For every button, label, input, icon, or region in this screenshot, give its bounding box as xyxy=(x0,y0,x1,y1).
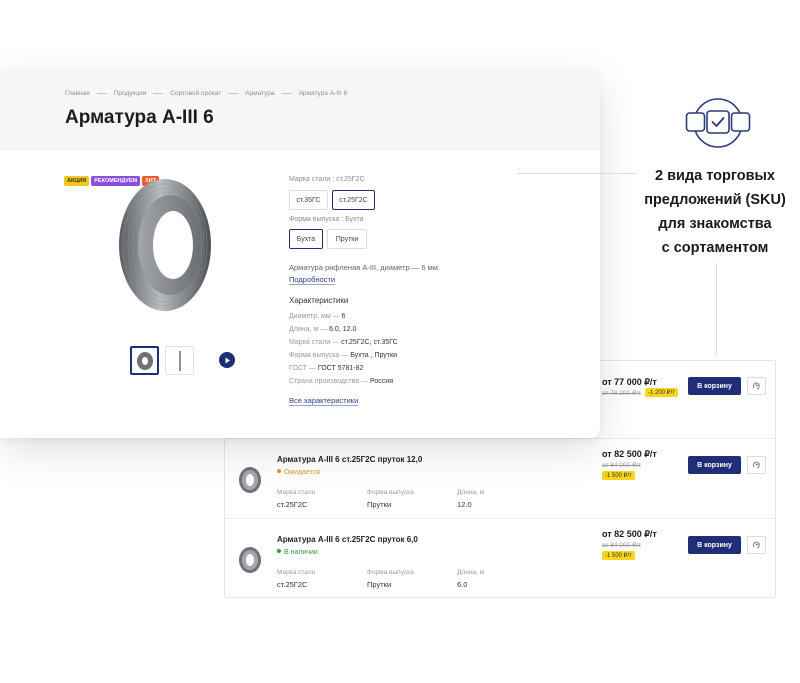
characteristic-value: 6 xyxy=(341,313,346,320)
breadcrumb-rolled-steel[interactable]: Сортовой прокат xyxy=(170,90,221,97)
breadcrumb-products[interactable]: Продукция xyxy=(114,90,147,97)
characteristic-row: Диаметр, мм — 6 xyxy=(289,313,346,320)
breadcrumb-separator xyxy=(153,93,164,94)
video-play-button[interactable] xyxy=(219,352,235,368)
availability-status-label: Ожидается xyxy=(284,469,321,476)
product-header: Главная Продукция Сортовой прокат Армату… xyxy=(0,70,600,150)
add-to-cart-button[interactable]: В корзину xyxy=(688,536,741,554)
callout-line: с сортаментом xyxy=(661,240,769,256)
breadcrumb-separator xyxy=(96,93,107,94)
characteristic-row: Форма выпуска — Бухта , Прутки xyxy=(289,352,397,359)
callout-leader-line xyxy=(716,263,717,355)
form-value: Прутки xyxy=(367,500,392,509)
offer-title[interactable]: Арматура A-III 6 ст.25Г2С пруток 12,0 xyxy=(277,455,422,464)
compare-button[interactable] xyxy=(747,456,766,474)
offer-price: от 82 500 ₽/т xyxy=(602,449,657,459)
length-value: 6.0 xyxy=(457,580,468,589)
play-icon xyxy=(225,357,230,363)
thumbnail-rod[interactable] xyxy=(165,346,194,375)
characteristic-row: Страна производства — Россия xyxy=(289,378,394,385)
offer-old-price: от 78 200 ₽/т xyxy=(602,390,641,397)
callout-line: 2 вида торговых xyxy=(655,168,775,184)
characteristic-name: Длина, м xyxy=(289,326,319,333)
page-title: Арматура A-III 6 xyxy=(65,107,214,128)
badge-sale: АКЦИЯ xyxy=(64,176,90,186)
offer-old-price: от 84 000 ₽/т xyxy=(602,542,641,549)
image-thumbnails xyxy=(130,346,194,375)
characteristic-name: Форма выпуска xyxy=(289,352,340,359)
rod-icon xyxy=(178,350,181,371)
characteristic-value: 6.0, 12.0 xyxy=(329,326,357,333)
callout-leader-line xyxy=(517,173,637,174)
availability-status: Ожидается xyxy=(277,469,320,476)
form-value: Прутки xyxy=(367,580,392,589)
length-value: 12.0 xyxy=(457,500,472,509)
characteristic-value: ст.25Г2С, ст.35ГС xyxy=(341,339,398,346)
compare-icon xyxy=(752,461,760,469)
breadcrumb: Главная Продукция Сортовой прокат Армату… xyxy=(65,90,347,97)
characteristic-value: Бухта , Прутки xyxy=(350,352,397,359)
steel-value: ст.25Г2С xyxy=(277,500,308,509)
offer-price: от 77 000 ₽/т xyxy=(602,377,657,387)
sku-options-icon xyxy=(685,98,751,148)
all-characteristics-link[interactable]: Все характеристики xyxy=(289,396,359,406)
availability-status: В наличии xyxy=(277,549,318,556)
offer-discount-badge: -1 500 ₽/т xyxy=(602,471,635,480)
coil-icon xyxy=(136,351,153,370)
add-to-cart-button[interactable]: В корзину xyxy=(688,456,741,474)
form-label: Форма выпуска : Бухта xyxy=(289,216,364,223)
steel-header: Марка стали xyxy=(277,489,316,496)
product-image xyxy=(119,179,211,311)
characteristic-name: Марка стали xyxy=(289,339,331,346)
characteristic-row: Марка стали — ст.25Г2С, ст.35ГС xyxy=(289,339,398,346)
characteristic-name: Диаметр, мм xyxy=(289,313,331,320)
length-header: Длина, м xyxy=(457,569,485,576)
product-card: Главная Продукция Сортовой прокат Армату… xyxy=(0,70,600,438)
breadcrumb-current: Арматура A-III 6 xyxy=(298,90,348,97)
characteristic-name: Страна производства xyxy=(289,378,360,385)
details-link[interactable]: Подробности xyxy=(289,275,336,285)
characteristic-row: Длина, м — 6.0, 12.0 xyxy=(289,326,357,333)
add-to-cart-button[interactable]: В корзину xyxy=(688,377,741,395)
length-header: Длина, м xyxy=(457,489,485,496)
offer-discount-badge: -1 200 ₽/т xyxy=(645,388,678,397)
form-option-rods[interactable]: Прутки xyxy=(327,229,367,249)
form-header: Форма выпуска xyxy=(367,569,414,576)
steel-value: ст.25Г2С xyxy=(277,580,308,589)
coil-thumbnail xyxy=(239,467,261,493)
breadcrumb-separator xyxy=(228,93,239,94)
form-option-coil[interactable]: Бухта xyxy=(289,229,323,249)
thumbnail-coil[interactable] xyxy=(130,346,159,375)
characteristics-title: Характеристики xyxy=(289,296,349,305)
characteristic-row: ГОСТ — ГОСТ 5781-82 xyxy=(289,365,364,372)
compare-button[interactable] xyxy=(747,536,766,554)
breadcrumb-home[interactable]: Главная xyxy=(65,90,90,97)
product-description: Арматура рифленая A-III, диаметр — 6 мм. xyxy=(289,263,440,272)
offer-price: от 82 500 ₽/т xyxy=(602,529,657,539)
breadcrumb-rebar[interactable]: Арматура xyxy=(245,90,274,97)
steel-option-35gs[interactable]: ст.35ГС xyxy=(289,190,328,210)
compare-icon xyxy=(752,541,760,549)
characteristic-value: ГОСТ 5781-82 xyxy=(317,365,364,372)
coil-thumbnail xyxy=(239,547,261,573)
characteristic-value: Россия xyxy=(370,378,394,385)
breadcrumb-separator xyxy=(281,93,292,94)
offer-old-price: от 84 000 ₽/т xyxy=(602,462,641,469)
steel-option-25g2s[interactable]: ст.25Г2С xyxy=(332,190,375,210)
offer-row[interactable]: Арматура A-III 6 ст.25Г2С пруток 6,0 В н… xyxy=(225,518,775,598)
callout-text: 2 вида торговых предложений (SKU) для зн… xyxy=(630,164,800,260)
offer-title[interactable]: Арматура A-III 6 ст.25Г2С пруток 6,0 xyxy=(277,535,418,544)
callout-line: для знакомства xyxy=(658,216,772,232)
offer-discount-badge: -1 500 ₽/т xyxy=(602,551,635,560)
steel-header: Марка стали xyxy=(277,569,316,576)
compare-icon xyxy=(752,382,760,390)
compare-button[interactable] xyxy=(747,377,766,395)
characteristic-name: ГОСТ xyxy=(289,365,307,372)
callout-line: предложений (SKU) xyxy=(644,192,786,208)
form-header: Форма выпуска xyxy=(367,489,414,496)
steel-grade-label: Марка стали : ст.25Г2С xyxy=(289,176,365,183)
offer-row[interactable]: Арматура A-III 6 ст.25Г2С пруток 12,0 Ож… xyxy=(225,438,775,518)
availability-status-label: В наличии xyxy=(284,549,318,556)
